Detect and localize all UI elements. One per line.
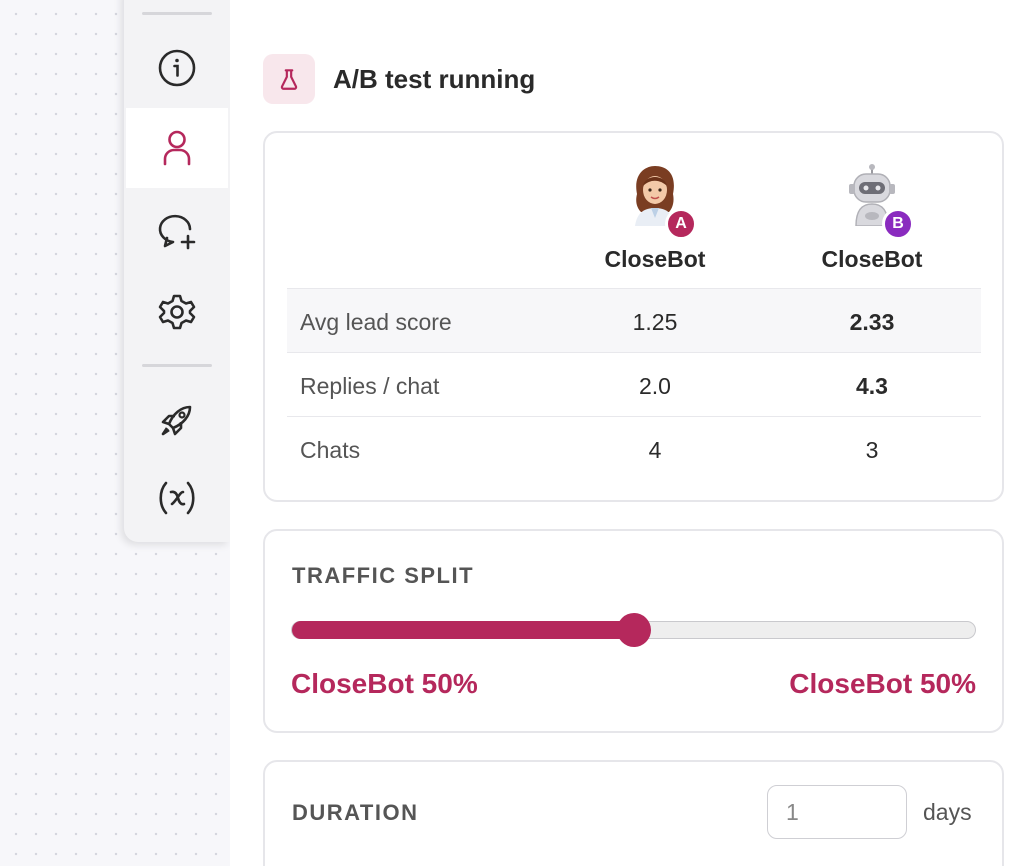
chat-plus-icon — [158, 214, 196, 250]
variant-b-name: CloseBot — [821, 246, 923, 272]
toolbar-user-button[interactable] — [126, 108, 228, 188]
slider-thumb[interactable] — [616, 613, 651, 647]
variant-a-value: 4 — [648, 437, 662, 463]
toolbar-divider — [142, 12, 212, 15]
traffic-split-label: TRAFFIC SPLIT — [292, 563, 475, 588]
toolbar-divider — [142, 364, 212, 367]
toolbar-add-chat-button[interactable] — [126, 192, 228, 272]
rocket-icon — [161, 405, 192, 436]
variant-b-header: B CloseBot — [792, 164, 952, 273]
woman-avatar: A — [625, 164, 697, 240]
row-label: Avg lead score — [300, 309, 452, 335]
slider-fill — [292, 620, 635, 639]
gear-icon — [158, 294, 196, 330]
variant-a-badge: A — [665, 208, 697, 240]
duration-input[interactable] — [767, 785, 907, 839]
robot-avatar: B — [842, 164, 914, 240]
toolbar-variables-button[interactable] — [126, 458, 228, 538]
duration-label: DURATION — [292, 800, 419, 825]
flask-icon — [263, 54, 315, 104]
variant-b-split: CloseBot 50% — [789, 668, 976, 699]
variant-a-value: 1.25 — [632, 309, 678, 335]
variant-a-header: A CloseBot — [575, 164, 735, 273]
toolbar-settings-button[interactable] — [126, 272, 228, 352]
toolbar-info-button[interactable] — [126, 28, 228, 108]
table-row: Replies / chat 2.0 4.3 — [287, 352, 981, 416]
table-row: Avg lead score 1.25 2.33 — [287, 288, 981, 352]
variant-b-badge: B — [882, 208, 914, 240]
row-label: Chats — [300, 437, 361, 463]
variant-a-name: CloseBot — [604, 246, 706, 272]
info-icon — [158, 49, 196, 87]
variant-a-split: CloseBot 50% — [291, 668, 478, 699]
table-row: Chats 4 3 — [287, 416, 981, 480]
variable-icon — [159, 481, 195, 515]
variant-b-value: 3 — [865, 437, 879, 463]
row-label: Replies / chat — [300, 373, 440, 399]
variant-a-value: 2.0 — [639, 373, 671, 399]
page-title: A/B test running — [333, 64, 536, 94]
toolbar-launch-button[interactable] — [126, 380, 228, 460]
user-icon — [163, 130, 191, 166]
duration-unit: days — [923, 799, 972, 825]
variant-b-value: 4.3 — [856, 373, 888, 399]
variant-b-value: 2.33 — [849, 309, 895, 335]
